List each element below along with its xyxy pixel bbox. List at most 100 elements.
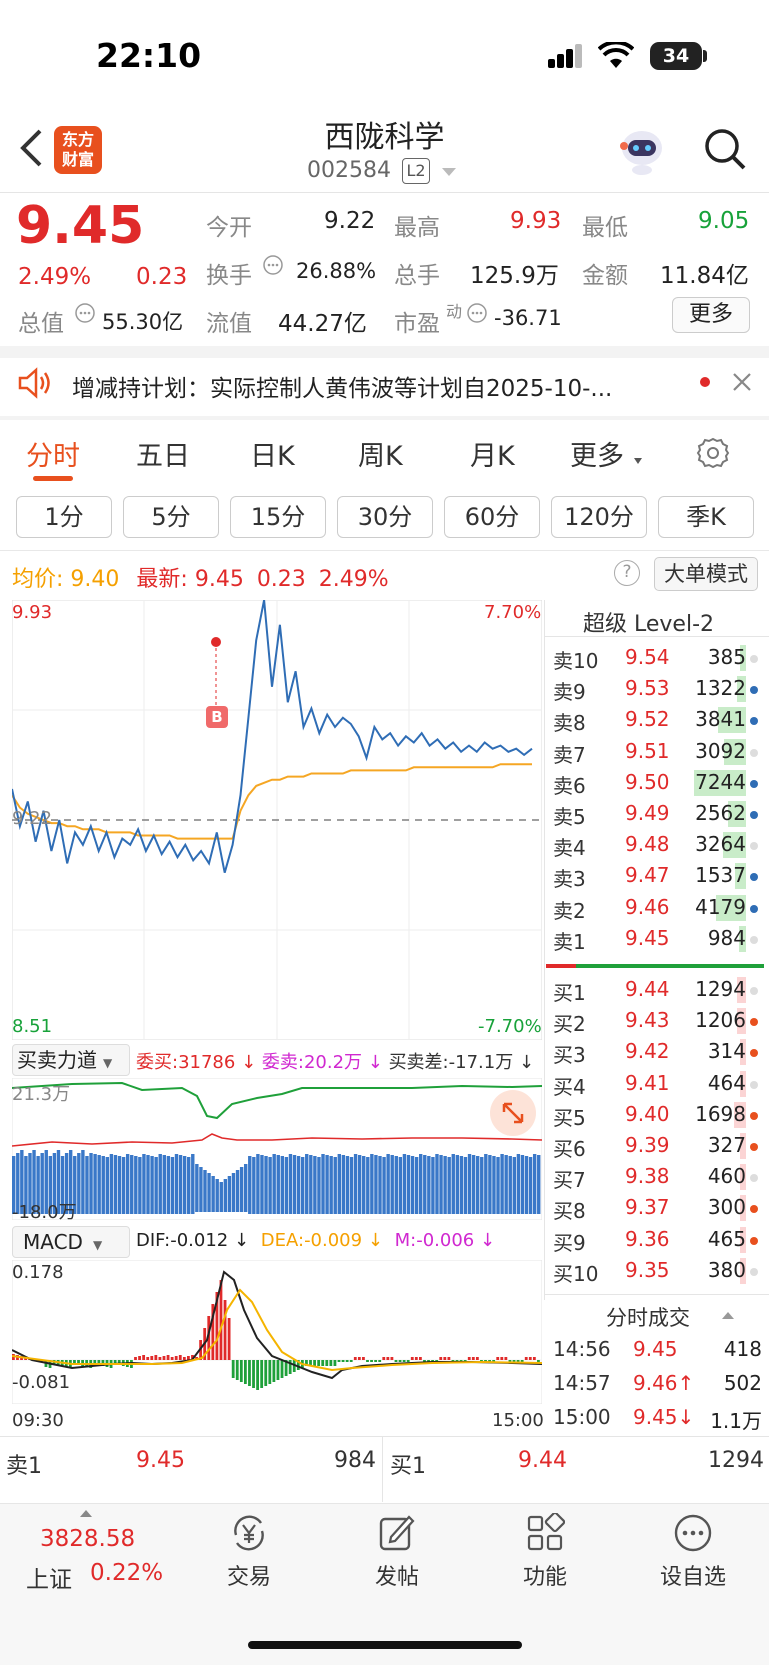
row-volume: 465 xyxy=(707,1226,746,1251)
turnover-value: 26.88% xyxy=(296,259,377,283)
robot-assistant-icon[interactable] xyxy=(616,124,668,176)
info-icon[interactable] xyxy=(262,254,284,276)
ask-row[interactable]: 卖1 9.45 984 xyxy=(553,923,758,954)
tab-more[interactable]: 更多 xyxy=(570,434,624,473)
force-bar xyxy=(431,1157,435,1214)
row-label: 买5 xyxy=(553,1105,586,1130)
force-bar xyxy=(439,1155,443,1214)
bid-row[interactable]: 买4 9.41 464 xyxy=(553,1068,758,1099)
macd-top-value: 0.178 xyxy=(12,1262,64,1283)
status-dot xyxy=(750,717,758,726)
search-icon[interactable] xyxy=(702,126,748,172)
index-value[interactable]: 3828.58 xyxy=(40,1526,135,1552)
macd-chart[interactable] xyxy=(12,1260,542,1404)
tab-five-day[interactable]: 五日 xyxy=(136,434,190,473)
ask-row[interactable]: 卖10 9.54 385 xyxy=(553,642,758,673)
status-dot xyxy=(750,904,758,913)
tab-weekly-k[interactable]: 周K xyxy=(358,434,403,473)
help-icon[interactable]: ? xyxy=(614,560,640,586)
force-bar xyxy=(182,1156,187,1214)
bid-row[interactable]: 买2 9.43 1206 xyxy=(553,1005,758,1036)
bid-row[interactable]: 买9 9.36 465 xyxy=(553,1224,758,1255)
bid-row[interactable]: 买5 9.40 1698 xyxy=(553,1099,758,1130)
avg-value: 9.40 xyxy=(70,567,120,592)
close-icon[interactable] xyxy=(732,372,752,392)
ask-row[interactable]: 卖8 9.52 3841 xyxy=(553,704,758,735)
more-button[interactable]: 更多 xyxy=(672,297,750,333)
bid-row[interactable]: 买10 9.35 380 xyxy=(553,1255,758,1286)
index-name[interactable]: 上证 xyxy=(26,1560,72,1594)
macd-bar xyxy=(402,1360,406,1362)
macd-bar xyxy=(170,1357,174,1360)
settings-gear-icon[interactable] xyxy=(696,436,730,470)
ask-row[interactable]: 卖7 9.51 3092 xyxy=(553,736,758,767)
period-quarter-k[interactable]: 季K xyxy=(658,496,754,538)
force-bar xyxy=(121,1157,126,1214)
bid-row[interactable]: 买1 9.44 1294 xyxy=(553,974,758,1005)
tab-daily-k[interactable]: 日K xyxy=(250,434,295,473)
force-bar xyxy=(300,1157,305,1214)
status-dot xyxy=(750,1018,758,1027)
row-price: 9.53 xyxy=(625,676,670,701)
bid-row[interactable]: 买3 9.42 314 xyxy=(553,1036,758,1067)
period-120min[interactable]: 120分 xyxy=(551,496,647,538)
force-bar xyxy=(374,1155,378,1214)
low-label: 最低 xyxy=(582,215,628,241)
period-30min[interactable]: 30分 xyxy=(337,496,433,538)
ask-row[interactable]: 卖3 9.47 1537 xyxy=(553,860,758,891)
level2-badge[interactable]: L2 xyxy=(402,158,430,184)
ask-row[interactable]: 卖9 9.53 1322 xyxy=(553,673,758,704)
notice-text[interactable]: 增减持计划：实际控制人黄伟波等计划自2025-10-... xyxy=(72,369,672,403)
ask-row[interactable]: 卖4 9.48 3264 xyxy=(553,829,758,860)
status-dot xyxy=(750,1143,758,1151)
expand-button[interactable] xyxy=(490,1090,536,1136)
ask-row[interactable]: 卖5 9.49 2562 xyxy=(553,798,758,829)
nav-post[interactable]: 发帖 xyxy=(342,1513,452,1591)
tab-monthly-k[interactable]: 月K xyxy=(470,434,515,473)
chevron-up-icon[interactable] xyxy=(722,1312,734,1319)
macd-bar xyxy=(370,1360,373,1362)
bid-row[interactable]: 买7 9.38 460 xyxy=(553,1161,758,1192)
tab-intraday[interactable]: 分时 xyxy=(26,434,80,473)
period-1min[interactable]: 1分 xyxy=(16,496,112,538)
macd-bar xyxy=(158,1357,162,1360)
force-chart[interactable] xyxy=(12,1078,542,1220)
tick-price: 9.45 xyxy=(633,1337,678,1361)
pe-dynamic-label: 动 xyxy=(446,302,463,321)
period-60min[interactable]: 60分 xyxy=(444,496,540,538)
force-indicator-select[interactable]: 买卖力道 ▼ xyxy=(12,1044,130,1076)
bid-row[interactable]: 买8 9.37 300 xyxy=(553,1192,758,1223)
chevron-down-icon[interactable] xyxy=(442,168,456,176)
info-icon[interactable] xyxy=(466,302,488,324)
buy-marker-badge[interactable]: B xyxy=(206,706,228,728)
force-bar xyxy=(492,1156,496,1214)
period-15min[interactable]: 15分 xyxy=(230,496,326,538)
nav-trade[interactable]: 交易 xyxy=(194,1513,304,1591)
force-bar xyxy=(459,1156,464,1214)
index-pct[interactable]: 0.22% xyxy=(90,1560,163,1586)
big-order-mode-button[interactable]: 大单模式 xyxy=(654,557,758,591)
force-bar xyxy=(162,1155,166,1214)
bid-row[interactable]: 买6 9.39 327 xyxy=(553,1130,758,1161)
home-indicator[interactable] xyxy=(248,1641,522,1649)
bottom-sell-vol: 984 xyxy=(334,1448,376,1473)
info-icon[interactable] xyxy=(74,302,96,324)
ticks-title[interactable]: 分时成交 xyxy=(606,1302,690,1332)
macd-bar xyxy=(406,1360,410,1362)
stock-code: 002584 xyxy=(307,158,391,183)
intraday-chart[interactable] xyxy=(12,600,542,1040)
chevron-up-icon[interactable] xyxy=(80,1510,92,1517)
period-5min[interactable]: 5分 xyxy=(123,496,219,538)
wifi-icon xyxy=(598,42,634,68)
ask-row[interactable]: 卖6 9.50 7244 xyxy=(553,767,758,798)
row-volume: 464 xyxy=(707,1070,746,1095)
macd-bar xyxy=(504,1357,508,1360)
tick-volume: 1.1万 xyxy=(710,1409,762,1433)
force-bar xyxy=(158,1154,162,1214)
nav-functions[interactable]: 功能 xyxy=(490,1513,600,1591)
macd-indicator-select[interactable]: MACD ▼ xyxy=(12,1226,130,1258)
row-label: 卖10 xyxy=(553,649,599,673)
force-bar xyxy=(195,1164,199,1212)
nav-add-watchlist[interactable]: 设自选 xyxy=(638,1513,748,1591)
ask-row[interactable]: 卖2 9.46 4179 xyxy=(553,892,758,923)
